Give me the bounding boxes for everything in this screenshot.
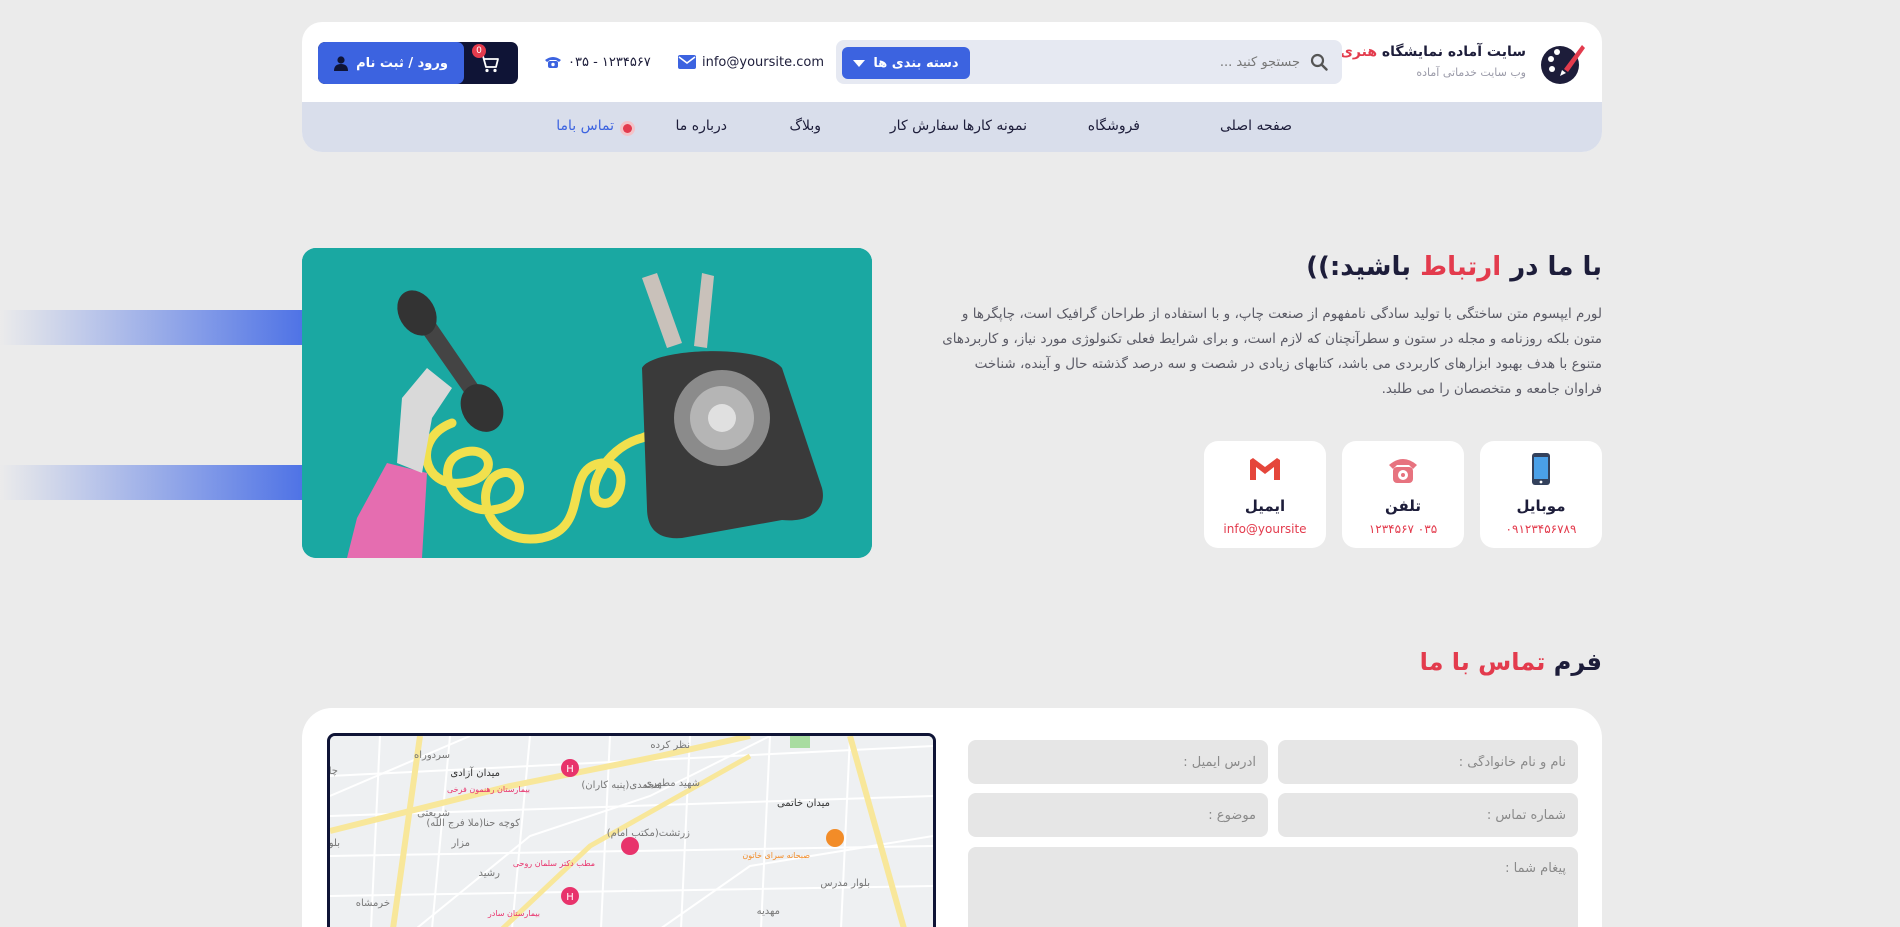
login-label: ورود / ثبت نام xyxy=(356,55,448,71)
email-field[interactable] xyxy=(968,740,1268,784)
card-email-title: ایمیل xyxy=(1244,497,1286,515)
nav-item-portfolio[interactable]: نمونه کارها xyxy=(963,118,1027,134)
mobile-icon xyxy=(1532,453,1550,485)
svg-text:مزار: مزار xyxy=(451,838,470,849)
svg-text:سردوراه: سردوراه xyxy=(414,750,450,761)
card-phone-title: تلفن xyxy=(1384,497,1422,515)
svg-text:زرتشت(مکتب امام): زرتشت(مکتب امام) xyxy=(607,828,690,839)
svg-text:رشید: رشید xyxy=(479,868,501,879)
decorative-stripe-top xyxy=(0,310,302,345)
brand-title-main: سایت آماده نمایشگاه xyxy=(1381,44,1526,60)
message-field[interactable] xyxy=(968,847,1578,927)
full-name-field[interactable] xyxy=(1278,740,1578,784)
card-email-value: info@yoursite xyxy=(1223,522,1307,536)
nav-item-shop[interactable]: فروشگاه xyxy=(1088,118,1140,134)
form-title-before: فرم xyxy=(1553,648,1602,676)
hero-title-accent: ارتباط xyxy=(1420,252,1502,282)
site-header: سایت آماده نمایشگاه هنری وب سایت خدماتی … xyxy=(302,22,1602,152)
hero-title: با ما در ارتباط باشید:)) xyxy=(1306,252,1602,282)
gmail-icon xyxy=(1250,458,1280,480)
phone-number-field[interactable] xyxy=(1278,793,1578,837)
svg-text:نظر کرده: نظر کرده xyxy=(650,740,690,751)
contact-card-phone[interactable]: تلفن ۰۳۵ ۱۲۳۴۵۶۷ xyxy=(1342,441,1464,548)
telephone-illustration xyxy=(302,248,872,558)
nav-item-home[interactable]: صفحه اصلی xyxy=(1220,118,1292,134)
svg-text:چاه قلیه: چاه قلیه xyxy=(330,766,338,777)
hero-title-after: باشید:)) xyxy=(1306,252,1412,282)
search-icon[interactable] xyxy=(1310,53,1328,71)
svg-text:مهدیه: مهدیه xyxy=(757,906,780,917)
category-dropdown-button[interactable]: دسته بندی ها xyxy=(842,47,970,79)
telephone-icon xyxy=(1389,459,1417,483)
header-top-bar: سایت آماده نمایشگاه هنری وب سایت خدماتی … xyxy=(302,22,1602,102)
location-map[interactable]: H H نظر کرده سردوراه چاه قلیه میدان آزاد… xyxy=(327,733,936,927)
hero-image-telephone xyxy=(302,248,872,558)
svg-text:محمدی(پنبه کاران): محمدی(پنبه کاران) xyxy=(581,780,660,791)
header-phone[interactable]: ۰۳۵ - ۱۲۳۴۵۶۷ xyxy=(544,52,651,72)
card-mobile-title: موبایل xyxy=(1516,497,1566,515)
phone-icon xyxy=(545,57,561,68)
contact-card-mobile[interactable]: موبایل ۰۹۱۲۳۴۵۶۷۸۹ xyxy=(1480,441,1602,548)
form-title-accent: تماس با ما xyxy=(1419,648,1546,676)
card-mobile-value: ۰۹۱۲۳۴۵۶۷۸۹ xyxy=(1505,522,1577,536)
hero-title-before: با ما در xyxy=(1510,252,1602,282)
subject-field[interactable] xyxy=(968,793,1268,837)
cart-count-badge: 0 xyxy=(472,44,486,58)
brand-title[interactable]: سایت آماده نمایشگاه هنری xyxy=(1340,44,1526,60)
nav-item-contact[interactable]: تماس باما xyxy=(556,118,614,134)
header-phone-text: ۰۳۵ - ۱۲۳۴۵۶۷ xyxy=(568,54,651,70)
nav-item-blog[interactable]: وبلاگ xyxy=(789,118,821,134)
contact-form-title: فرم تماس با ما xyxy=(1420,648,1602,676)
login-button-main[interactable]: ورود / ثبت نام xyxy=(318,42,464,84)
active-nav-dot xyxy=(623,124,632,133)
svg-text:صبحانه سرای خاتون: صبحانه سرای خاتون xyxy=(742,851,810,860)
brand-title-accent: هنری xyxy=(1340,44,1378,60)
nav-item-order[interactable]: سفارش کار xyxy=(890,118,959,134)
map-canvas: H H نظر کرده سردوراه چاه قلیه میدان آزاد… xyxy=(330,736,933,927)
header-email[interactable]: info@yoursite.com xyxy=(678,52,824,72)
brand-subtitle: وب سایت خدماتی آماده xyxy=(1416,66,1526,79)
header-email-text: info@yoursite.com xyxy=(702,54,824,70)
svg-text:خرمشاه: خرمشاه xyxy=(356,898,390,909)
svg-text:بلوار مدرس: بلوار مدرس xyxy=(820,878,870,889)
svg-text:H: H xyxy=(566,892,574,903)
hospital-pin-icon: H xyxy=(561,759,579,777)
svg-text:میدان آزادی: میدان آزادی xyxy=(450,766,500,779)
decorative-stripe-bottom xyxy=(0,465,302,500)
search-input[interactable] xyxy=(1020,50,1300,74)
svg-text:میدان خاتمی: میدان خاتمی xyxy=(777,798,830,809)
svg-text:شریعتی: شریعتی xyxy=(417,808,450,819)
svg-text:H: H xyxy=(566,764,574,775)
login-register-button[interactable]: ورود / ثبت نام 0 xyxy=(318,42,518,84)
svg-text:مطب دکتر سلمان روحی: مطب دکتر سلمان روحی xyxy=(513,859,595,868)
user-icon xyxy=(334,55,349,71)
envelope-icon xyxy=(678,55,696,69)
hero-paragraph: لورم ایپسوم متن ساختگی با تولید سادگی نا… xyxy=(942,306,1602,397)
main-navigation: صفحه اصلی فروشگاه نمونه کارها سفارش کار … xyxy=(302,102,1602,152)
nav-item-about[interactable]: درباره ما xyxy=(676,118,727,134)
svg-text:کوچه حنا(ملا فرج الله): کوچه حنا(ملا فرج الله) xyxy=(426,818,520,829)
card-phone-value: ۰۳۵ ۱۲۳۴۵۶۷ xyxy=(1368,522,1438,536)
svg-text:بلوار شهید باهنر: بلوار شهید باهنر xyxy=(330,838,340,849)
svg-text:بیمارستان سادر: بیمارستان سادر xyxy=(487,909,540,918)
caret-down-icon xyxy=(853,59,866,67)
contact-card-email[interactable]: ایمیل info@yoursite xyxy=(1204,441,1326,548)
svg-text:بیمارستان رهنمون فرخی: بیمارستان رهنمون فرخی xyxy=(447,785,530,794)
category-button-label: دسته بندی ها xyxy=(873,55,959,71)
palette-logo-icon[interactable] xyxy=(1538,39,1586,87)
